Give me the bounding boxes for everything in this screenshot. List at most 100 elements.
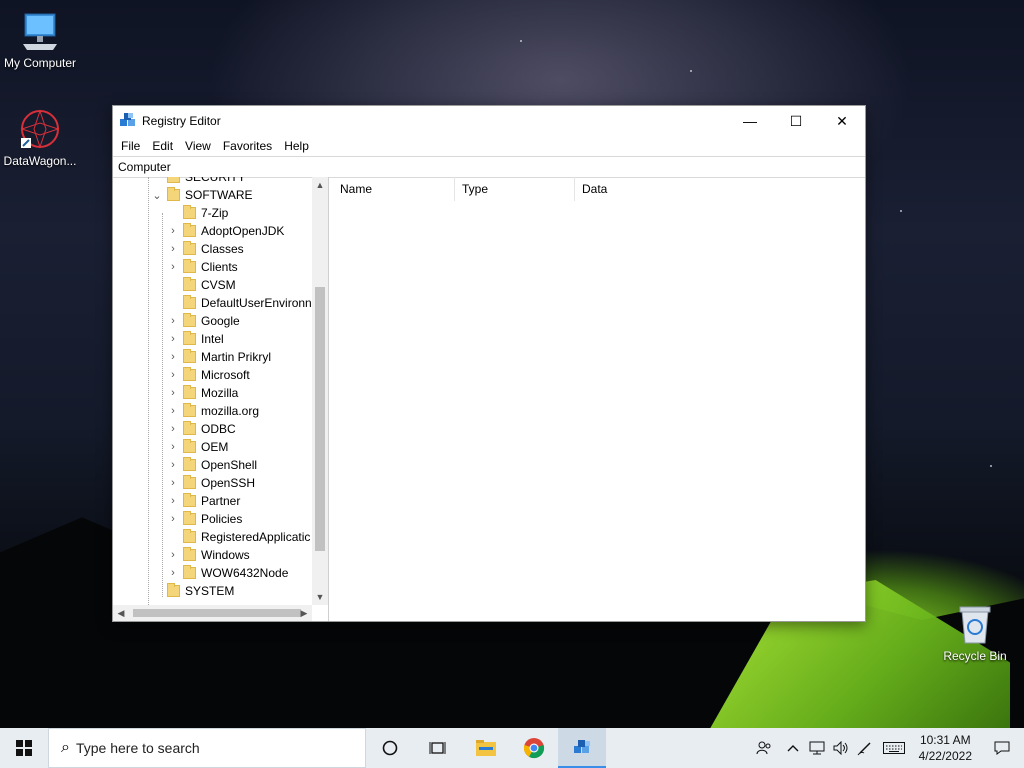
tree-horizontal-scrollbar[interactable]: ◀ ▶	[113, 605, 312, 621]
chevron-right-icon[interactable]: ›	[167, 387, 179, 399]
chevron-right-icon[interactable]: ›	[167, 513, 179, 525]
values-list[interactable]: Name Type Data	[333, 177, 865, 621]
tree-node[interactable]: › ODBC	[167, 420, 236, 438]
tree-node[interactable]: › Martin Prikryl	[167, 348, 271, 366]
minimize-icon: —	[743, 113, 757, 129]
start-button[interactable]	[0, 728, 48, 768]
taskbar-search[interactable]: ⌕ Type here to search	[48, 728, 366, 768]
key-tree-list: SECURITY ⌄ SOFTWARE 7-Zip › AdoptOpenJDK › Clas…	[113, 177, 312, 605]
tree-node[interactable]: ⌄ SOFTWARE	[151, 186, 253, 204]
wallpaper-star	[900, 210, 902, 212]
menu-favorites[interactable]: Favorites	[217, 139, 278, 153]
tree-node[interactable]: › Policies	[167, 510, 242, 528]
registry-editor-taskbar-button[interactable]	[558, 728, 606, 768]
chevron-right-icon[interactable]: ›	[167, 495, 179, 507]
chevron-right-icon[interactable]: ›	[167, 315, 179, 327]
tree-node[interactable]: › OEM	[167, 438, 228, 456]
scroll-up-icon[interactable]: ▲	[312, 177, 328, 193]
chevron-right-icon[interactable]: ›	[167, 549, 179, 561]
scroll-right-icon[interactable]: ▶	[296, 605, 312, 621]
network-icon[interactable]	[805, 728, 829, 768]
notifications-icon[interactable]	[980, 728, 1024, 768]
task-view-button[interactable]	[414, 728, 462, 768]
tree-node-label: OpenSSH	[201, 476, 256, 490]
tree-node-label: Google	[201, 314, 240, 328]
tree-node[interactable]: DefaultUserEnvironn	[167, 294, 312, 312]
menu-view[interactable]: View	[179, 139, 217, 153]
tree-node-label: mozilla.org	[201, 404, 260, 418]
desktop-icon-recycle-bin[interactable]: Recycle Bin	[935, 603, 1015, 663]
close-button[interactable]: ✕	[819, 106, 865, 136]
tree-node-label: SYSTEM	[185, 584, 235, 598]
column-header-type[interactable]: Type	[455, 177, 575, 201]
folder-icon	[183, 439, 196, 453]
chevron-right-icon[interactable]: ›	[167, 261, 179, 273]
tree-node[interactable]: › Google	[167, 312, 240, 330]
chevron-right-icon[interactable]: ›	[167, 351, 179, 363]
tree-node[interactable]: › Partner	[167, 492, 240, 510]
chevron-right-icon[interactable]: ›	[167, 243, 179, 255]
chevron-up-icon[interactable]	[781, 728, 805, 768]
cortana-icon	[382, 740, 398, 756]
maximize-button[interactable]: ☐	[773, 106, 819, 136]
title-bar[interactable]: Registry Editor — ☐ ✕	[113, 106, 865, 136]
desktop-icon-datawagon[interactable]: DataWagon...	[0, 108, 80, 168]
chrome-button[interactable]	[510, 728, 558, 768]
menu-edit[interactable]: Edit	[146, 139, 179, 153]
tree-node[interactable]: SYSTEM	[151, 582, 234, 600]
menu-file[interactable]: File	[115, 139, 146, 153]
tree-node[interactable]: RegisteredApplicatic	[167, 528, 310, 546]
tree-node[interactable]: › WOW6432Node	[167, 564, 288, 582]
chevron-right-icon[interactable]: ›	[167, 459, 179, 471]
system-tray: 10:31 AM 4/22/2022	[747, 728, 1024, 768]
keyboard-icon[interactable]	[877, 728, 911, 768]
volume-icon[interactable]	[829, 728, 853, 768]
column-header-name[interactable]: Name	[333, 177, 455, 201]
scroll-left-icon[interactable]: ◀	[113, 605, 129, 621]
tree-node[interactable]: › AdoptOpenJDK	[167, 222, 284, 240]
tree-node[interactable]: › Mozilla	[167, 384, 238, 402]
chevron-right-icon[interactable]: ›	[167, 441, 179, 453]
tree-node[interactable]: › Clients	[167, 258, 238, 276]
people-icon[interactable]	[747, 728, 781, 768]
tree-node[interactable]: › OpenShell	[167, 456, 257, 474]
chevron-right-icon[interactable]: ›	[167, 477, 179, 489]
tree-node-label: ODBC	[201, 422, 236, 436]
tree-node[interactable]: › Microsoft	[167, 366, 250, 384]
clock-date: 4/22/2022	[918, 749, 972, 763]
computer-icon	[19, 10, 61, 52]
tree-node[interactable]: SECURITY	[151, 177, 246, 186]
scrollbar-thumb[interactable]	[315, 287, 325, 551]
clock[interactable]: 10:31 AM 4/22/2022	[911, 732, 980, 764]
address-bar[interactable]: Computer	[113, 156, 865, 178]
tree-node[interactable]: › mozilla.org	[167, 402, 259, 420]
tree-node-label: Mozilla	[201, 386, 239, 400]
folder-icon	[183, 403, 196, 417]
tree-node[interactable]: › OpenSSH	[167, 474, 255, 492]
taskbar: ⌕ Type here to search 10:31 AM 4/22/2022	[0, 728, 1024, 768]
tree-node[interactable]: 7-Zip	[167, 204, 228, 222]
tree-node[interactable]: › Intel	[167, 330, 224, 348]
maximize-icon: ☐	[789, 112, 803, 129]
chevron-right-icon[interactable]: ›	[167, 423, 179, 435]
chevron-right-icon[interactable]: ›	[167, 225, 179, 237]
tree-node[interactable]: › Classes	[167, 240, 244, 258]
tree-node[interactable]: › Windows	[167, 546, 250, 564]
cortana-button[interactable]	[366, 728, 414, 768]
column-header-data[interactable]: Data	[575, 177, 695, 201]
tree-node[interactable]: CVSM	[167, 276, 236, 294]
pen-icon[interactable]	[853, 728, 877, 768]
minimize-button[interactable]: —	[727, 106, 773, 136]
chevron-right-icon[interactable]: ›	[167, 333, 179, 345]
file-explorer-button[interactable]	[462, 728, 510, 768]
menu-help[interactable]: Help	[278, 139, 315, 153]
tree-vertical-scrollbar[interactable]: ▲ ▼	[312, 177, 328, 605]
chevron-down-icon[interactable]: ⌄	[151, 189, 163, 202]
desktop-icon-my-computer[interactable]: My Computer	[0, 10, 80, 70]
chevron-right-icon[interactable]: ›	[167, 405, 179, 417]
windows-logo-icon	[16, 740, 32, 756]
scroll-down-icon[interactable]: ▼	[312, 589, 328, 605]
chevron-right-icon[interactable]: ›	[167, 369, 179, 381]
scrollbar-thumb[interactable]	[133, 609, 301, 617]
chevron-right-icon[interactable]: ›	[167, 567, 179, 579]
